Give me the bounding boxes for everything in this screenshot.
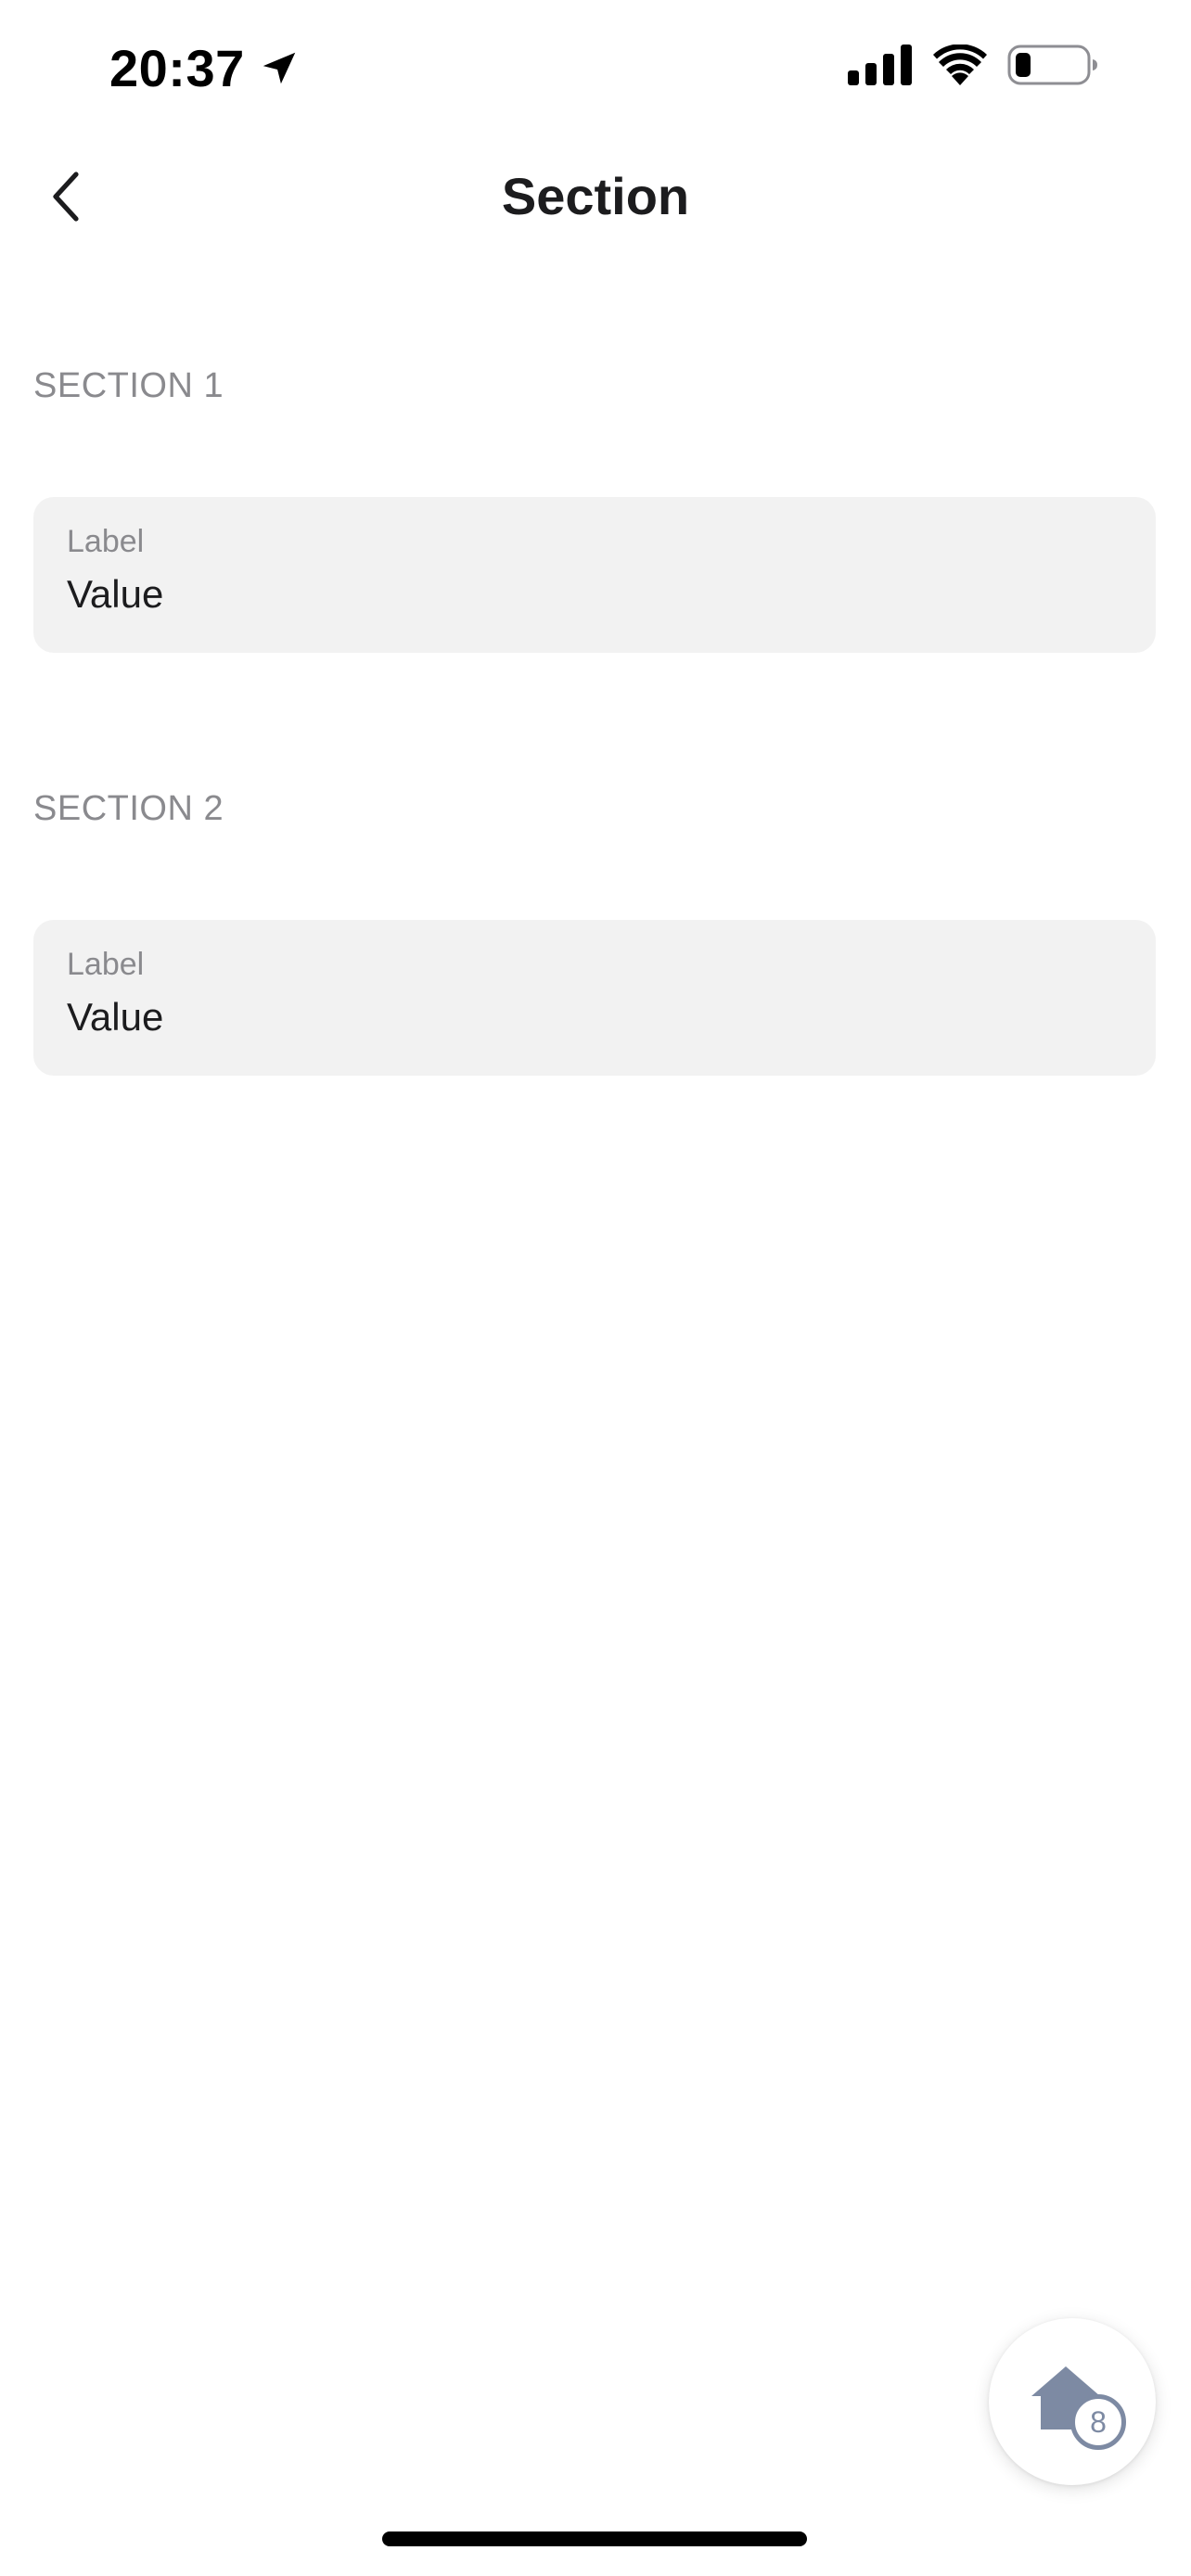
navigation-bar: Section xyxy=(0,139,1191,254)
battery-icon xyxy=(1007,45,1097,85)
section-header-1: SECTION 1 xyxy=(33,366,224,405)
status-time: 20:37 xyxy=(109,39,245,97)
home-indicator xyxy=(382,2531,807,2546)
section-1-field[interactable]: Label Value xyxy=(33,497,1156,653)
field-label: Label xyxy=(67,947,145,982)
status-indicators xyxy=(848,43,1098,87)
location-arrow-icon xyxy=(263,52,295,84)
wifi-icon xyxy=(933,45,987,85)
cellular-signal-icon xyxy=(848,45,912,85)
field-value: Value xyxy=(67,572,164,616)
page-title: Section xyxy=(501,167,690,225)
field-value: Value xyxy=(67,995,164,1039)
field-label: Label xyxy=(67,524,145,559)
section-header-2: SECTION 2 xyxy=(33,789,224,828)
screen: 20:37 Section SECTION 1 Label Value SECT… xyxy=(0,0,1191,2576)
home-floating-button[interactable]: 8 xyxy=(989,2318,1156,2485)
status-time-group: 20:37 xyxy=(109,35,301,102)
status-bar: 20:37 xyxy=(0,0,1191,139)
badge-count: 8 xyxy=(1070,2394,1126,2450)
section-2-field[interactable]: Label Value xyxy=(33,920,1156,1076)
